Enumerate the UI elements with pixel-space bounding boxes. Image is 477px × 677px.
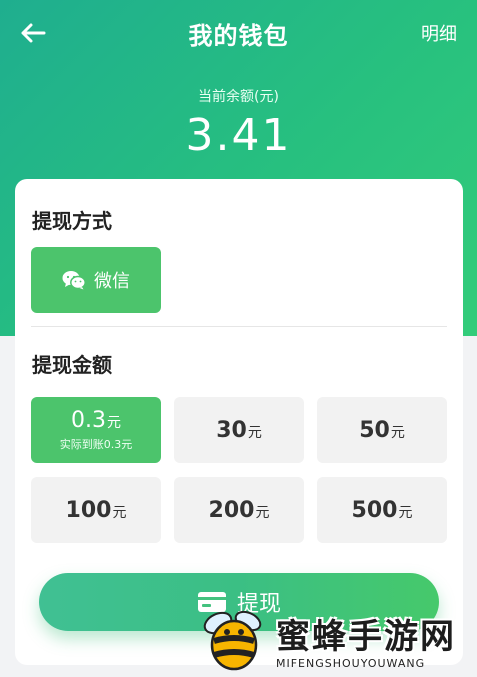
- amount-value: 0.3: [71, 408, 106, 433]
- amount-option-0-3[interactable]: 0.3元 实际到账0.3元: [31, 397, 161, 463]
- amount-unit: 元: [112, 504, 127, 521]
- amount-value-row: 200元: [209, 498, 270, 523]
- amount-unit: 元: [255, 504, 270, 521]
- amount-unit: 元: [107, 415, 121, 431]
- detail-link[interactable]: 明细: [421, 20, 457, 46]
- amount-unit: 元: [398, 504, 413, 521]
- withdraw-method-title: 提现方式: [32, 209, 112, 233]
- watermark-subtext: MIFENGSHOUYOUWANG: [276, 657, 426, 670]
- page-title: 我的钱包: [188, 22, 289, 50]
- amount-value: 500: [351, 497, 398, 523]
- top-bar: 我的钱包 明细: [0, 0, 477, 64]
- amount-value-row: 50元: [359, 418, 405, 443]
- amount-value-row: 500元: [352, 498, 413, 523]
- withdraw-card: 提现方式 微信 提现金额 0.3元 实际到账0.3元 30元 50元 100元 …: [15, 179, 463, 665]
- balance-value: 3.41: [185, 110, 292, 161]
- amount-value: 50: [359, 417, 390, 443]
- amount-value: 200: [208, 497, 255, 523]
- watermark-text: 蜜蜂手游网: [276, 617, 456, 657]
- withdraw-amount-title: 提现金额: [32, 353, 112, 377]
- amount-options: 0.3元 实际到账0.3元 30元 50元 100元 200元 500元: [31, 397, 447, 543]
- amount-unit: 元: [390, 424, 405, 441]
- wechat-method-label: 微信: [94, 271, 130, 292]
- amount-option-30[interactable]: 30元: [174, 397, 304, 463]
- site-watermark: 蜜蜂手游网 MIFENGSHOUYOUWANG: [196, 605, 468, 673]
- amount-value-row: 30元: [216, 418, 262, 443]
- bee-logo-icon: [203, 610, 262, 671]
- amount-value-row: 100元: [66, 498, 127, 523]
- amount-option-100[interactable]: 100元: [31, 477, 161, 543]
- amount-option-50[interactable]: 50元: [317, 397, 447, 463]
- amount-option-500[interactable]: 500元: [317, 477, 447, 543]
- section-divider: [31, 326, 447, 327]
- amount-option-200[interactable]: 200元: [174, 477, 304, 543]
- amount-value-row: 0.3元: [71, 408, 121, 433]
- actual-received-note: 实际到账0.3元: [59, 438, 133, 451]
- amount-unit: 元: [247, 424, 262, 441]
- wechat-icon: [62, 271, 86, 290]
- amount-value: 30: [216, 417, 247, 443]
- amount-value: 100: [65, 497, 112, 523]
- balance-label: 当前余额(元): [198, 89, 279, 105]
- wechat-method-button[interactable]: 微信: [31, 247, 161, 313]
